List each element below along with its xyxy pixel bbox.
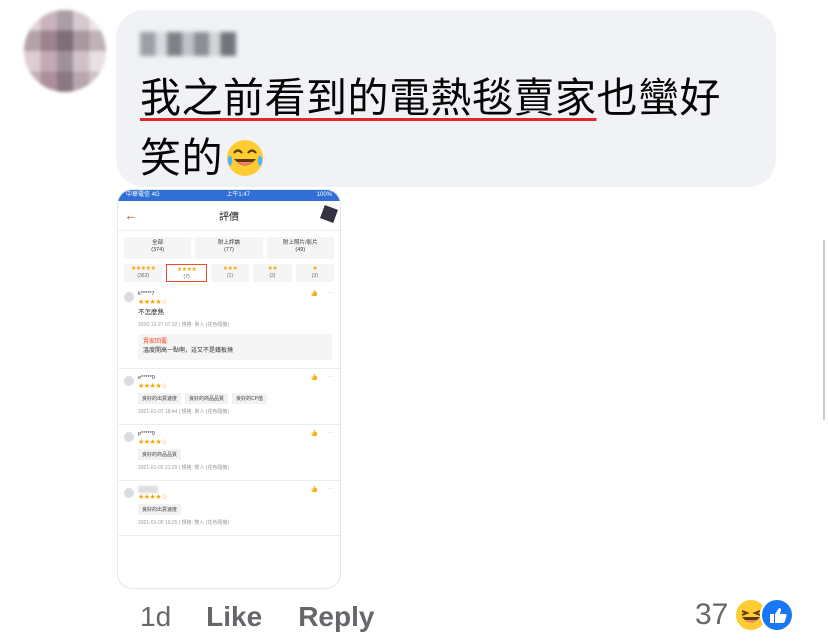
reviewer-avatar [124, 432, 134, 442]
reviewer-name-redacted [138, 486, 158, 493]
comment-actions: 1d Like Reply [140, 601, 374, 633]
reaction-count: 37 [695, 598, 729, 631]
filter-row-1: 全部 (374) 附上評論 (77) 附上照片/影片 (49) [118, 231, 340, 261]
comment-text-underlined: 我之前看到的電熱毯賣家 [140, 75, 597, 121]
carrier-label: 中華電信 4G [126, 192, 160, 198]
comment-bubble: 我之前看到的電熱毯賣家也蠻好笑的 [116, 10, 776, 187]
review-item: 👍 ··· e*****0 ★★★★☆ 良好的出貨速度 良好的商品品質 良好的C… [118, 369, 340, 425]
battery-label: 100% [316, 192, 332, 198]
review-body: 不怎麼熱 [138, 309, 164, 316]
like-button[interactable]: Like [206, 601, 262, 633]
filter-1-star: ★ (3) [295, 264, 335, 282]
comment-text: 我之前看到的電熱毯賣家也蠻好笑的 [140, 68, 760, 188]
review-tags: 良好的出貨速度 良好的商品品質 良好的CP值 [138, 393, 332, 404]
review-tag: 良好的商品品質 [185, 393, 229, 404]
review-meta: 2021-01-02 21:29 | 規格: 雙人 (花色隨機) [138, 465, 230, 471]
like-reaction-icon [760, 598, 795, 632]
review-tag: 良好的出貨速度 [138, 504, 182, 515]
review-item: 👍 ··· k*****7 ★★★★☆ 不怎麼熱 2020-12-27 07:3… [118, 285, 340, 369]
review-tag: 良好的商品品質 [138, 449, 182, 460]
filter-all: 全部 (374) [124, 237, 192, 259]
reviewer-name: k*****7 [138, 291, 155, 297]
reviewer-name: p*****9 [138, 431, 155, 437]
review-item: 👍 ··· p*****9 ★★★★☆ 良好的商品品質 2021-01-02 2… [118, 425, 340, 481]
more-icon: ··· [328, 374, 334, 380]
commenter-avatar[interactable] [24, 10, 106, 92]
attached-screenshot[interactable]: 中華電信 4G 上午1:47 100% ← 評價 全部 (374) 附上評論 (77… [118, 190, 340, 588]
review-tag: 良好的出貨速度 [138, 393, 182, 404]
screenshot-scrollbar [823, 240, 825, 420]
review-tag: 良好的CP值 [232, 393, 267, 404]
review-meta: 2021-01-05 10:25 | 規格: 雙人 (花色隨機) [138, 520, 230, 526]
more-icon: ··· [328, 486, 334, 492]
seller-reply-label: 賣家回覆: [143, 339, 169, 345]
seller-reply: 賣家回覆: 溫度開高一點啊，這又不是鐵板燒 [138, 334, 332, 360]
review-meta: 2020-12-27 07:32 | 規格: 單人 (花色隨機) [138, 322, 230, 328]
reviewer-avatar [124, 376, 134, 386]
review-stars: ★★★★☆ [138, 299, 167, 306]
review-stars: ★★★★☆ [138, 494, 167, 501]
review-item: 👍 ··· ★★★★☆ 良好的出貨速度 2021-01-05 10:25 | 規… [118, 481, 340, 536]
review-tags: 良好的出貨速度 [138, 504, 332, 515]
reactions-summary[interactable]: 37 [695, 598, 795, 632]
review-tags: 良好的商品品質 [138, 449, 332, 460]
reviewer-avatar [124, 292, 134, 302]
laughing-tears-emoji-icon [227, 140, 263, 176]
reviewer-avatar [124, 488, 134, 498]
bag-icon [320, 205, 338, 223]
back-arrow-icon: ← [124, 207, 138, 223]
filter-row-2: ★★★★★ (363) ★★★★ (7) ★★★ (1) ★★ (2) ★ (3) [118, 261, 340, 285]
comment-timestamp[interactable]: 1d [140, 601, 171, 633]
more-icon: ··· [328, 290, 334, 296]
thumbs-up-icon: 👍 [310, 431, 318, 437]
reply-button[interactable]: Reply [298, 601, 374, 633]
review-stars: ★★★★☆ [138, 439, 167, 446]
filter-5-star: ★★★★★ (363) [124, 264, 163, 282]
filter-3-star: ★★★ (1) [210, 264, 250, 282]
thumbs-up-icon: 👍 [310, 375, 318, 381]
review-stars: ★★★★☆ [138, 383, 167, 390]
commenter-name-redacted[interactable] [140, 32, 236, 56]
filter-with-comment: 附上評論 (77) [195, 237, 263, 259]
app-title: 評價 [219, 212, 239, 223]
thumbs-up-icon: 👍 [310, 291, 318, 297]
status-time: 上午1:47 [226, 192, 250, 198]
more-icon: ··· [328, 430, 334, 436]
filter-4-star: ★★★★ (7) [166, 264, 207, 282]
filter-2-star: ★★ (2) [253, 264, 292, 282]
thumbs-up-icon: 👍 [310, 487, 318, 493]
filter-with-media: 附上照片/影片 (49) [266, 237, 334, 259]
review-meta: 2021-01-07 18:44 | 規格: 單人 (花色隨機) [138, 409, 230, 415]
reviewer-name: e*****0 [138, 375, 155, 381]
seller-reply-text: 溫度開高一點啊，這又不是鐵板燒 [143, 348, 234, 354]
app-header: ← 評價 [118, 201, 340, 231]
phone-status-bar: 中華電信 4G 上午1:47 100% [118, 190, 340, 201]
